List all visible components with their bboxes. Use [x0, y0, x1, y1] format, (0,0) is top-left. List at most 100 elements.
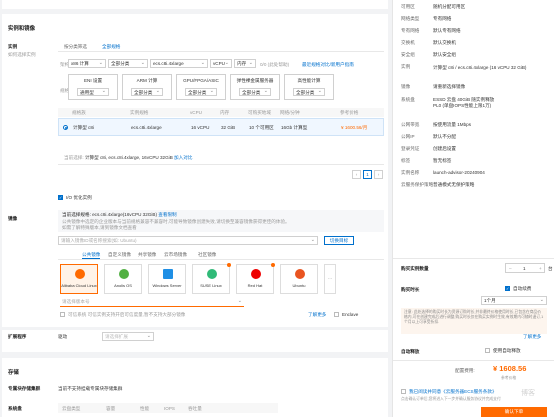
quantity-stepper[interactable]: – 1 + — [505, 263, 545, 273]
warning-badge-icon — [227, 263, 231, 267]
disk-col-type: 云盘类型 — [62, 406, 81, 411]
instance-label: 实例 — [8, 44, 18, 49]
row-mem: 32 GiB — [221, 125, 236, 130]
type-filter-select[interactable]: 全部分类 — [185, 88, 217, 96]
os-card-alibaba[interactable]: Alibaba Cloud Linux — [60, 264, 98, 294]
tab-public-image[interactable]: 公共镜像 — [82, 252, 101, 259]
compare-link[interactable]: 最近规格对比/新用户指南 — [302, 62, 354, 68]
summary-value: 默认专有网络 — [433, 28, 461, 33]
quantity-increment-button[interactable]: + — [539, 266, 542, 271]
row-region: 10 个可用区 — [249, 125, 274, 130]
duration-more-link[interactable]: 了解更多 — [523, 334, 541, 340]
row-net: 16Gb 计算型 — [281, 125, 308, 130]
summary-label: 实例 — [401, 64, 411, 69]
type-filter-hpc[interactable]: 高性能计算 全部分类 — [284, 74, 334, 100]
col-spec: 实例规格 — [130, 110, 149, 115]
arch-select[interactable]: x86 计算 — [68, 59, 106, 68]
agree-terms-checkbox[interactable] — [401, 389, 406, 394]
page-current-button[interactable]: 1 — [363, 170, 372, 179]
type-filter-select[interactable]: 通用型 — [77, 88, 109, 96]
summary-label: 公网带宽 — [401, 122, 420, 127]
type-filter-gpu[interactable]: GPU/FPGA/ASIC 全部分类 — [176, 74, 226, 100]
extension-select[interactable]: 请选择扩展 — [102, 332, 154, 341]
add-compare-link[interactable]: 加入对比 — [174, 155, 192, 160]
os-card-ubuntu[interactable]: Ubuntu — [280, 264, 318, 294]
row-family: 计算型 c8i — [73, 125, 94, 130]
summary-label: 镜像 — [401, 84, 411, 89]
auto-release-label: 自动释放 — [401, 349, 420, 354]
summary-divider — [393, 258, 554, 259]
notice-link[interactable]: 查看限制 — [158, 212, 176, 217]
notice-line1: 当前选择规格: ecs.c8i.4xlarge(16vCPU 32GiB) 查看… — [62, 212, 177, 218]
row-spec: ecs.c8i.4xlarge — [131, 125, 162, 130]
instance-image-card: 实例和镜像 实例 如何选择实例 按分类筛选 全部规格 架构 x86 计算 全部分… — [2, 14, 388, 327]
tab-by-category[interactable]: 按分类筛选 — [64, 44, 87, 50]
create-order-button[interactable]: 确认下单 — [481, 407, 547, 417]
type-filter-title: ARM 计算 — [136, 78, 158, 83]
price-divider — [393, 360, 554, 361]
spec-search-input[interactable]: ecs.c8i.4xlarge — [150, 59, 208, 68]
row-radio[interactable] — [63, 125, 68, 130]
enclave-label: Enclave — [342, 312, 359, 317]
row-vcpu: 16 vCPU — [191, 125, 210, 130]
summary-label: 公网IP — [401, 134, 415, 139]
image-label: 镜像 — [8, 216, 18, 221]
os-label: Red Hat — [247, 283, 263, 288]
image-search-button[interactable]: 切换目标 — [324, 236, 354, 245]
type-filter-select[interactable]: 全部分类 — [293, 88, 325, 96]
type-filter-select[interactable]: 全部分类 — [131, 88, 163, 96]
type-filter-select[interactable]: 全部分类 — [239, 88, 271, 96]
vcpu-select[interactable]: vCPU — [210, 59, 232, 68]
auto-renew-checkbox[interactable] — [505, 286, 510, 291]
os-card-anolis[interactable]: Anolis OS — [104, 264, 142, 294]
summary-label: 实例名称 — [401, 170, 420, 175]
disk-col-iops: IOPS — [164, 406, 175, 411]
quantity-value: 1 — [523, 266, 526, 271]
disk-table-header: 云盘类型 容量 性能 IOPS 吞吐量 — [58, 403, 278, 413]
enclave-checkbox[interactable] — [334, 312, 339, 317]
auto-release-checkbox[interactable] — [485, 348, 490, 353]
duration-select[interactable]: 1个月 — [481, 296, 547, 305]
notice-title: 当前选择规格: — [62, 212, 91, 217]
os-label: Ubuntu — [292, 283, 306, 288]
tab-shared-image[interactable]: 共享镜像 — [138, 252, 156, 258]
system-disk-label: 系统盘 — [8, 406, 22, 411]
type-filter-arm[interactable]: ARM 计算 全部分类 — [122, 74, 172, 100]
summary-label: 网络类型 — [401, 16, 420, 21]
page-prev-button[interactable]: ‹ — [352, 170, 361, 179]
os-card-redhat[interactable]: Red Hat — [236, 263, 275, 294]
notice-value: ecs.c8i.4xlarge(16vCPU 32GiB) — [92, 212, 157, 217]
spec-table-header: 规格族 实例规格 vCPU 内存 可购买地域 网络/分钟 参考价格 — [58, 108, 384, 117]
table-row[interactable]: 计算型 c8i ecs.c8i.4xlarge 16 vCPU 32 GiB 1… — [58, 118, 384, 136]
memory-select[interactable]: 内存 — [234, 59, 256, 68]
tab-community-image[interactable]: 社区镜像 — [198, 252, 216, 258]
anolis-icon — [119, 269, 129, 279]
category-select[interactable]: 全部分类 — [108, 59, 148, 68]
page-next-button[interactable]: › — [374, 170, 383, 179]
type-filter-baremetal[interactable]: 弹性裸金属服务器 全部分类 — [230, 74, 280, 100]
previous-section-card — [2, 0, 388, 9]
disk-col-throughput: 吞吐量 — [188, 406, 202, 411]
summary-label: 可用区 — [401, 4, 415, 9]
os-card-windows[interactable]: Windows Server — [148, 264, 186, 294]
os-card-suse[interactable]: SUSE Linux — [192, 263, 231, 294]
tab-market-image[interactable]: 云市场镜像 — [164, 252, 187, 258]
notice-line3: 如需了解特殊版本,请到镜像文档查看 — [62, 225, 137, 230]
io-optimized-checkbox[interactable] — [58, 195, 63, 200]
type-filter-eni[interactable]: ENI 设置 通用型 — [68, 74, 118, 100]
agree-terms-link[interactable]: 我已阅读并同意《云服务器ECS服务条款》 — [409, 389, 497, 395]
duration-label: 购买时长 — [401, 287, 420, 292]
os-more-button[interactable]: ··· — [324, 264, 336, 294]
trusted-system-checkbox[interactable] — [60, 312, 65, 317]
storage-section-title: 存储 — [8, 370, 19, 376]
duration-note-box: 注意: 此处选择的购买时长为资源订购时长,并非最终价格使用时长,已包含在商品价格… — [401, 308, 547, 334]
summary-label: 登录凭证 — [401, 146, 420, 151]
instance-section-title: 实例和镜像 — [8, 26, 35, 32]
image-search-input[interactable]: 请输入镜像ID或名称搜索(如: Ubuntu) — [58, 236, 318, 245]
image-version-select[interactable]: 请选择版本号 — [60, 298, 244, 307]
disk-col-size: 容量 — [106, 406, 116, 411]
trusted-system-link[interactable]: 了解更多 — [308, 312, 326, 318]
quantity-decrement-button[interactable]: – — [509, 266, 512, 271]
tab-custom-image[interactable]: 自定义镜像 — [108, 252, 131, 258]
watermark: 博客 — [521, 390, 535, 397]
